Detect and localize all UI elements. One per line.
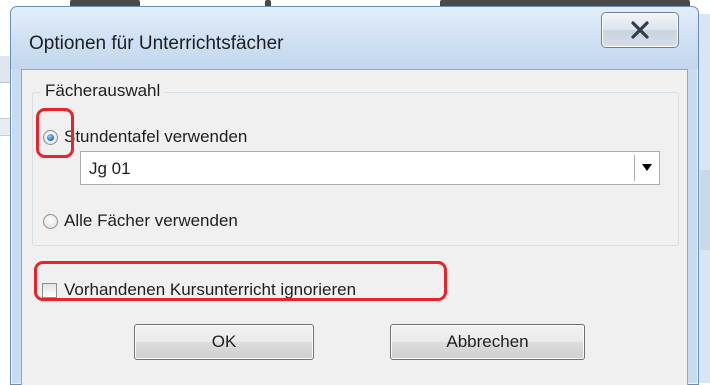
- checkbox-highlight-annotation: [34, 261, 447, 301]
- group-legend: Fächerauswahl: [41, 81, 165, 101]
- ok-button[interactable]: OK: [134, 324, 314, 360]
- timetable-select-value: Jg 01: [89, 159, 131, 178]
- radio-highlight-annotation: [36, 108, 74, 158]
- title-bar[interactable]: Optionen für Unterrichtsfächer: [11, 7, 698, 69]
- dialog-title: Optionen für Unterrichtsfächer: [29, 33, 284, 54]
- dialog-content: Fächerauswahl Stundentafel verwenden Jg …: [21, 69, 688, 385]
- timetable-label[interactable]: Stundentafel verwenden: [64, 127, 247, 147]
- all-subjects-radio[interactable]: [43, 213, 58, 229]
- all-subjects-label[interactable]: Alle Fächer verwenden: [64, 211, 238, 231]
- options-dialog: Optionen für Unterrichtsfächer Fächeraus…: [10, 6, 699, 385]
- timetable-select[interactable]: Jg 01: [80, 151, 660, 185]
- subject-selection-group: Fächerauswahl Stundentafel verwenden Jg …: [32, 81, 679, 246]
- option-all-subjects[interactable]: Alle Fächer verwenden: [43, 211, 238, 231]
- close-x-icon: [631, 21, 649, 39]
- select-divider: [634, 155, 635, 181]
- cancel-button[interactable]: Abbrechen: [390, 324, 585, 360]
- chevron-down-icon[interactable]: [642, 164, 652, 171]
- close-button[interactable]: [601, 12, 679, 48]
- background-window-edge: [700, 170, 710, 250]
